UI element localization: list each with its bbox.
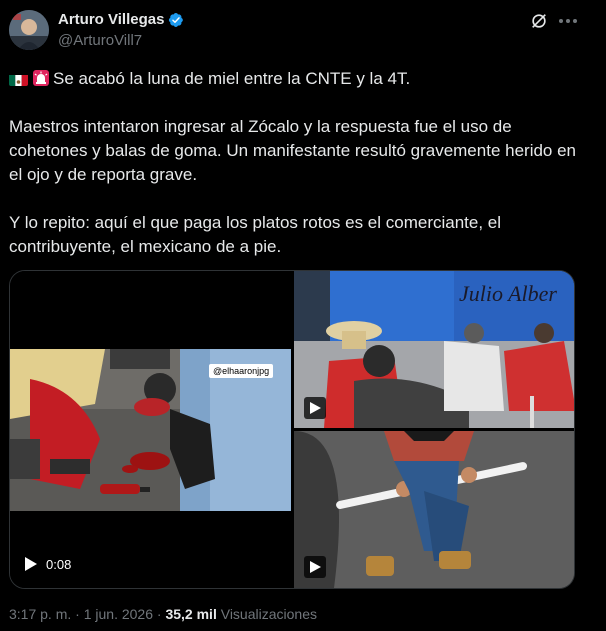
video-duration: 0:08 <box>46 557 72 572</box>
meta-separator: · <box>75 606 80 622</box>
play-icon[interactable] <box>24 556 38 572</box>
verified-badge-icon <box>168 13 183 27</box>
author-name[interactable]: Arturo Villegas <box>58 11 164 28</box>
main-video[interactable]: @elhaaronjpg 0:08 <box>10 271 291 588</box>
more-options-icon[interactable] <box>556 10 580 32</box>
mexico-flag-icon <box>9 72 28 86</box>
author-handle[interactable]: @ArturoVill7 <box>58 32 142 49</box>
media-thumbnail-protest-wall[interactable]: Julio Alber <box>294 271 574 428</box>
video-play-badge[interactable] <box>304 556 326 578</box>
tweet-paragraph-2: Maestros intentaron ingresar al Zócalo y… <box>9 117 581 184</box>
tweet-line-1: Se acabó la luna de miel entre la CNTE y… <box>53 69 411 88</box>
tweet-post: Arturo Villegas @ArturoVill7 Se acabó la… <box>0 0 606 631</box>
police-siren-icon <box>32 69 50 87</box>
play-icon <box>310 561 321 573</box>
post-date[interactable]: 1 jun. 2026 <box>84 606 153 622</box>
video-watermark: @elhaaronjpg <box>209 364 274 378</box>
play-icon <box>310 402 321 414</box>
tweet-meta: 3:17 p. m. · 1 jun. 2026 · 35,2 mil Visu… <box>9 606 317 622</box>
grok-icon[interactable] <box>530 12 548 30</box>
protest-wall-image: Julio Alber <box>294 271 574 428</box>
man-with-pipe-image <box>294 431 574 588</box>
media-thumbnail-man-pipe[interactable] <box>294 431 574 588</box>
video-play-badge[interactable] <box>304 397 326 419</box>
views-count[interactable]: 35,2 mil <box>165 606 216 622</box>
views-label: Visualizaciones <box>220 606 317 622</box>
media-grid: @elhaaronjpg 0:08 Julio Alber <box>9 270 575 589</box>
tweet-text: Se acabó la luna de miel entre la CNTE y… <box>9 67 579 259</box>
meta-separator: · <box>156 606 162 622</box>
wall-graffiti: Julio Alber <box>459 281 557 306</box>
post-time[interactable]: 3:17 p. m. <box>9 606 71 622</box>
author-avatar[interactable] <box>9 10 49 50</box>
tweet-paragraph-3: Y lo repito: aquí el que paga los platos… <box>9 213 506 256</box>
